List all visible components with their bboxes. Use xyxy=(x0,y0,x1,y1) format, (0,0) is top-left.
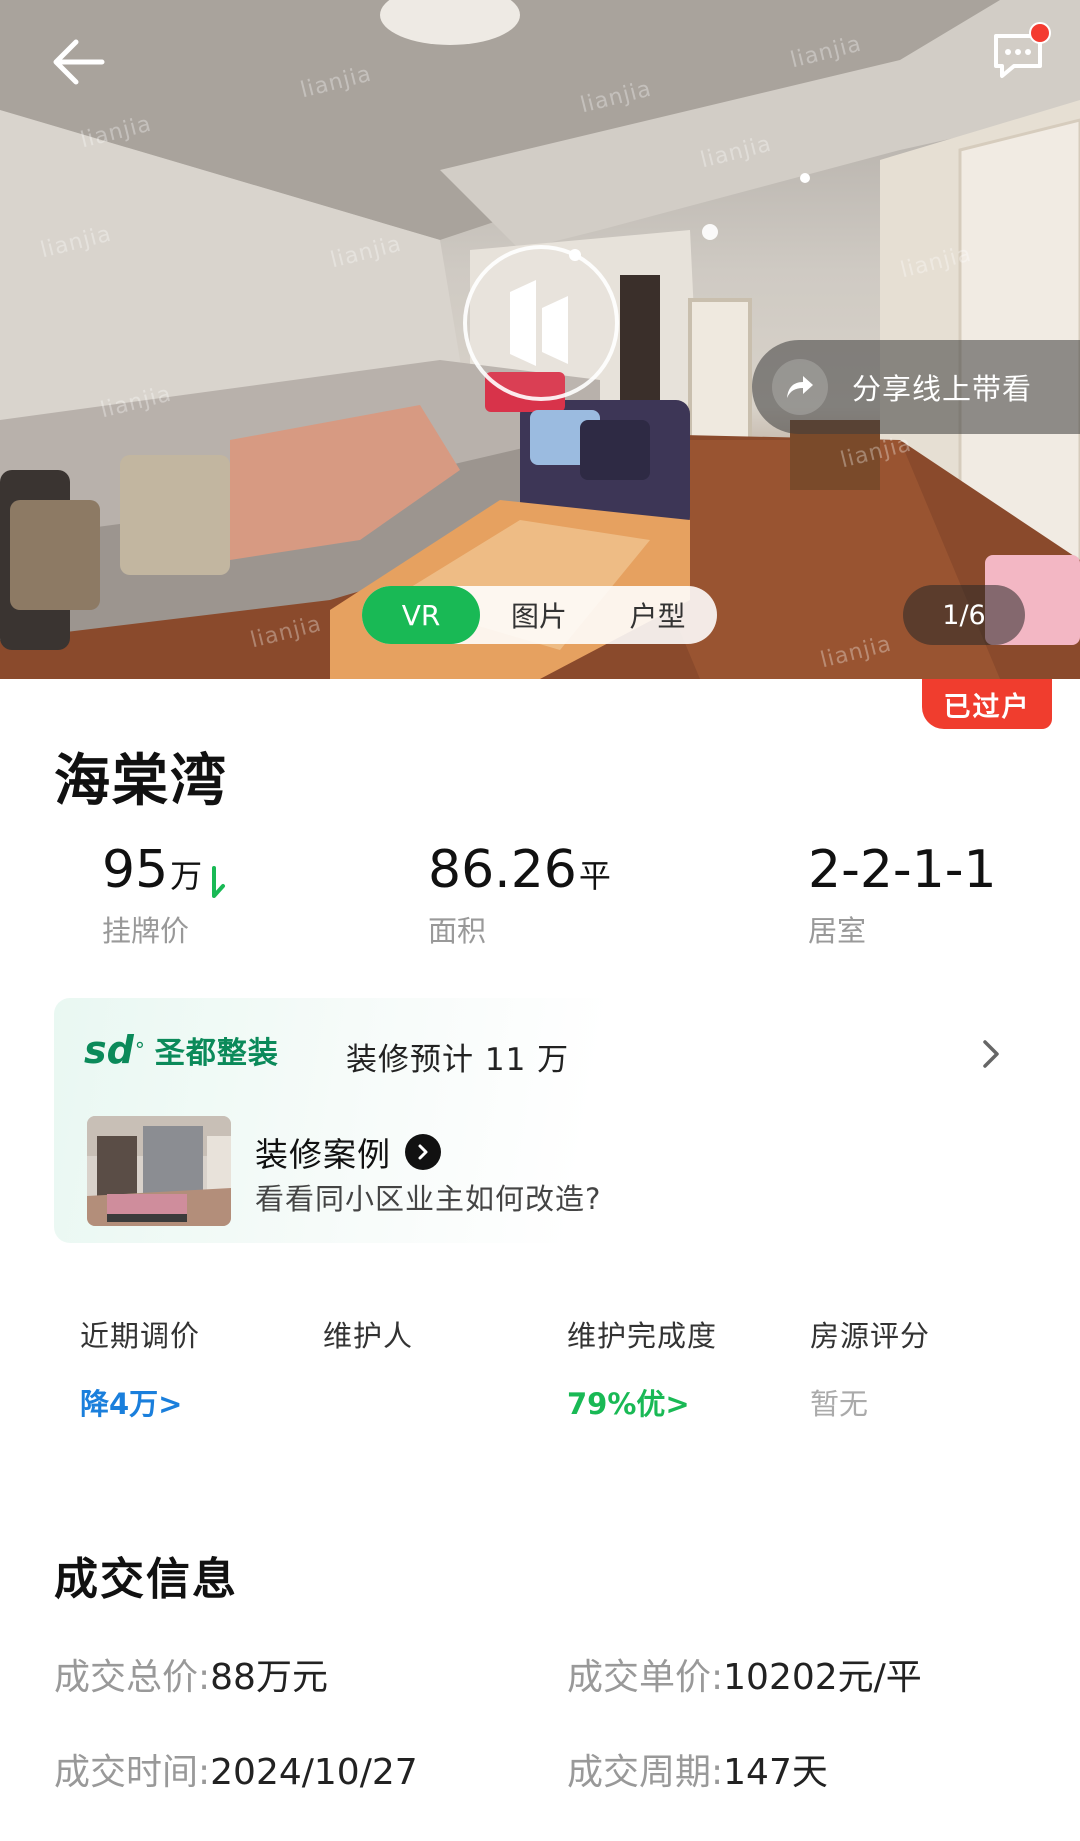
deal-cycle: 成交周期:147天 xyxy=(567,1743,828,1795)
deal-key: 成交周期: xyxy=(567,1752,724,1793)
deal-time: 成交时间:2024/10/27 xyxy=(54,1743,418,1795)
stat-value: 95 xyxy=(102,840,169,900)
page-title: 海棠湾 xyxy=(54,749,228,814)
brand-logo: sd ° 圣都整装 xyxy=(84,1028,279,1072)
share-online-tour-button[interactable]: 分享线上带看 xyxy=(752,340,1080,434)
stat-label: 面积 xyxy=(428,914,487,948)
tab-photos[interactable]: 图片 xyxy=(480,586,598,644)
metric-label: 维护完成度 xyxy=(567,1319,718,1353)
stat-unit: 万 xyxy=(170,857,203,895)
hero-image[interactable]: lianjia lianjia lianjia lianjia lianjia … xyxy=(0,0,1080,679)
chevron-right-icon[interactable] xyxy=(976,1034,1006,1074)
stat-area: 86.26平 面积 xyxy=(428,840,611,950)
case-thumbnail[interactable] xyxy=(87,1116,231,1226)
stat-value: 2-2-1-1 xyxy=(808,840,997,900)
back-arrow-icon xyxy=(53,39,105,85)
deal-info-title: 成交信息 xyxy=(54,1554,238,1605)
stat-label: 居室 xyxy=(808,914,867,948)
share-icon xyxy=(772,359,828,415)
deal-unit-price: 成交单价:10202元/平 xyxy=(567,1648,922,1700)
metric-maintainer[interactable]: 维护人 xyxy=(323,1313,413,1381)
deal-key: 成交时间: xyxy=(54,1752,211,1793)
deal-value: 147天 xyxy=(723,1752,828,1793)
metric-listing-score: 房源评分 暂无 xyxy=(810,1313,930,1423)
metric-label: 近期调价 xyxy=(80,1319,201,1353)
case-title-label: 装修案例 xyxy=(255,1135,391,1174)
stat-unit: 平 xyxy=(578,857,611,895)
stat-listing-price: 95万 挂牌价 xyxy=(102,840,226,950)
metric-maintenance-completion[interactable]: 维护完成度 79%优> xyxy=(567,1313,717,1423)
tab-floorplan[interactable]: 户型 xyxy=(598,586,717,644)
deal-key: 成交单价: xyxy=(567,1657,724,1698)
status-badge: 已过户 xyxy=(922,679,1052,729)
metric-label: 维护人 xyxy=(323,1319,414,1353)
vr-play-button[interactable] xyxy=(463,245,619,401)
metric-recent-price-change[interactable]: 近期调价 降4万> xyxy=(80,1313,200,1423)
notification-dot xyxy=(1029,22,1051,44)
case-subtitle: 看看同小区业主如何改造? xyxy=(255,1182,602,1216)
deal-total-price: 成交总价:88万元 xyxy=(54,1648,328,1700)
stat-value: 86.26 xyxy=(428,840,577,900)
vr-logo-icon xyxy=(510,280,568,366)
trend-down-icon xyxy=(212,866,226,898)
brand-name: 圣都整装 xyxy=(154,1036,279,1071)
stat-label: 挂牌价 xyxy=(102,914,190,948)
metric-value[interactable]: 降4万> xyxy=(80,1381,200,1423)
case-title[interactable]: 装修案例 xyxy=(255,1128,441,1176)
back-button[interactable] xyxy=(42,26,114,98)
metric-value: 暂无 xyxy=(810,1387,869,1421)
deal-value: 88万元 xyxy=(210,1657,328,1698)
deal-value: 2024/10/27 xyxy=(210,1752,418,1793)
decoration-card[interactable]: sd ° 圣都整装 装修预计 11 万 装修案例 看看同小区业主如何改造? xyxy=(54,998,1026,1243)
stat-rooms: 2-2-1-1 居室 xyxy=(808,840,997,950)
deal-value: 10202元/平 xyxy=(723,1657,922,1698)
tab-vr[interactable]: VR xyxy=(362,586,480,644)
photo-counter: 1/6 xyxy=(903,585,1025,645)
arrow-circle-icon xyxy=(405,1134,441,1170)
decoration-estimate: 装修预计 11 万 xyxy=(346,1042,570,1078)
metric-value[interactable]: 79%优> xyxy=(567,1381,717,1423)
share-label: 分享线上带看 xyxy=(852,372,1033,406)
media-tab-bar: VR 图片 户型 xyxy=(362,586,717,644)
metric-label: 房源评分 xyxy=(810,1319,931,1353)
deal-key: 成交总价: xyxy=(54,1657,211,1698)
